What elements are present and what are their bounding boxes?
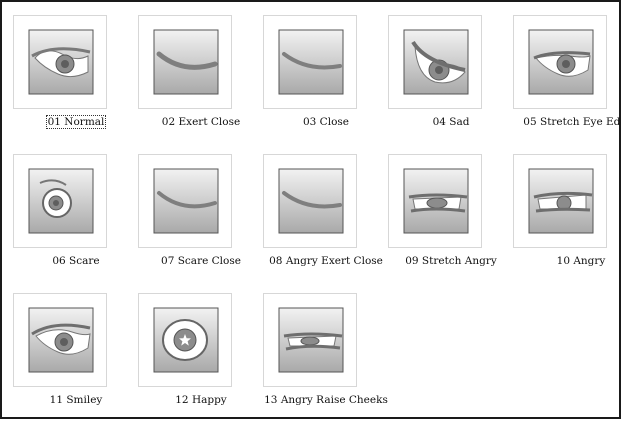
thumbnail-frame [263,154,357,248]
eye-sad-icon [403,29,469,95]
thumbnail-label: 11 Smiley [49,394,103,406]
thumbnail-frame [138,15,232,109]
thumbnail-label: 08 Angry Exert Close [269,255,383,267]
thumbnail-frame [263,15,357,109]
thumbnail-item-exert-close[interactable]: 02 Exert Close [136,15,261,154]
thumbnail-frame [13,15,107,109]
eye-scare-icon [28,168,94,234]
eye-stretch-edges-icon [528,29,594,95]
thumbnail-item-scare-close[interactable]: 07 Scare Close [136,154,261,293]
thumbnail-item-angry-raise-cheeks[interactable]: 13 Angry Raise Cheeks [261,293,388,432]
thumbnail-frame [138,154,232,248]
eye-angry-exert-close-icon [278,168,344,234]
thumbnail-item-angry-exert-close[interactable]: 08 Angry Exert Close [261,154,386,293]
eye-angry-icon [528,168,594,234]
thumbnail-view: 01 Normal 02 Exert Close 03 Close 04 Sad… [0,0,621,419]
thumbnail-frame [138,293,232,387]
thumbnail-label: 09 Stretch Angry [405,255,497,267]
thumbnail-label: 12 Happy [175,394,227,406]
thumbnail-label: 13 Angry Raise Cheeks [264,394,388,406]
thumbnail-item-stretch-angry[interactable]: 09 Stretch Angry [386,154,511,293]
eye-smiley-icon [28,307,94,373]
thumbnail-item-angry[interactable]: 10 Angry [511,154,621,293]
eye-happy-icon [153,307,219,373]
thumbnail-item-sad[interactable]: 04 Sad [386,15,511,154]
thumbnail-label: 03 Close [302,116,349,128]
eye-angry-raise-cheeks-icon [278,307,344,373]
thumbnail-item-normal[interactable]: 01 Normal [11,15,136,154]
thumbnail-label: 04 Sad [432,116,470,128]
eye-close-icon [278,29,344,95]
thumbnail-item-smiley[interactable]: 11 Smiley [11,293,136,432]
thumbnail-label: 01 Normal [45,115,107,129]
eye-stretch-angry-icon [403,168,469,234]
thumbnail-label: 07 Scare Close [161,255,241,267]
thumbnail-frame [13,293,107,387]
thumbnail-item-scare[interactable]: 06 Scare [11,154,136,293]
thumbnail-frame [513,154,607,248]
thumbnail-frame [13,154,107,248]
thumbnail-item-stretch-eye-edges[interactable]: 05 Stretch Eye Edges [511,15,621,154]
eye-exert-close-icon [153,29,219,95]
thumbnail-grid: 01 Normal 02 Exert Close 03 Close 04 Sad… [11,15,621,432]
thumbnail-frame [388,15,482,109]
thumbnail-label: 10 Angry [556,255,606,267]
thumbnail-item-close[interactable]: 03 Close [261,15,386,154]
thumbnail-item-happy[interactable]: 12 Happy [136,293,261,432]
thumbnail-label: 02 Exert Close [161,116,241,128]
eye-normal-icon [28,29,94,95]
thumbnail-label: 05 Stretch Eye Edges [523,116,621,128]
thumbnail-frame [513,15,607,109]
thumbnail-label: 06 Scare [52,255,100,267]
eye-scare-close-icon [153,168,219,234]
thumbnail-frame [388,154,482,248]
thumbnail-frame [263,293,357,387]
